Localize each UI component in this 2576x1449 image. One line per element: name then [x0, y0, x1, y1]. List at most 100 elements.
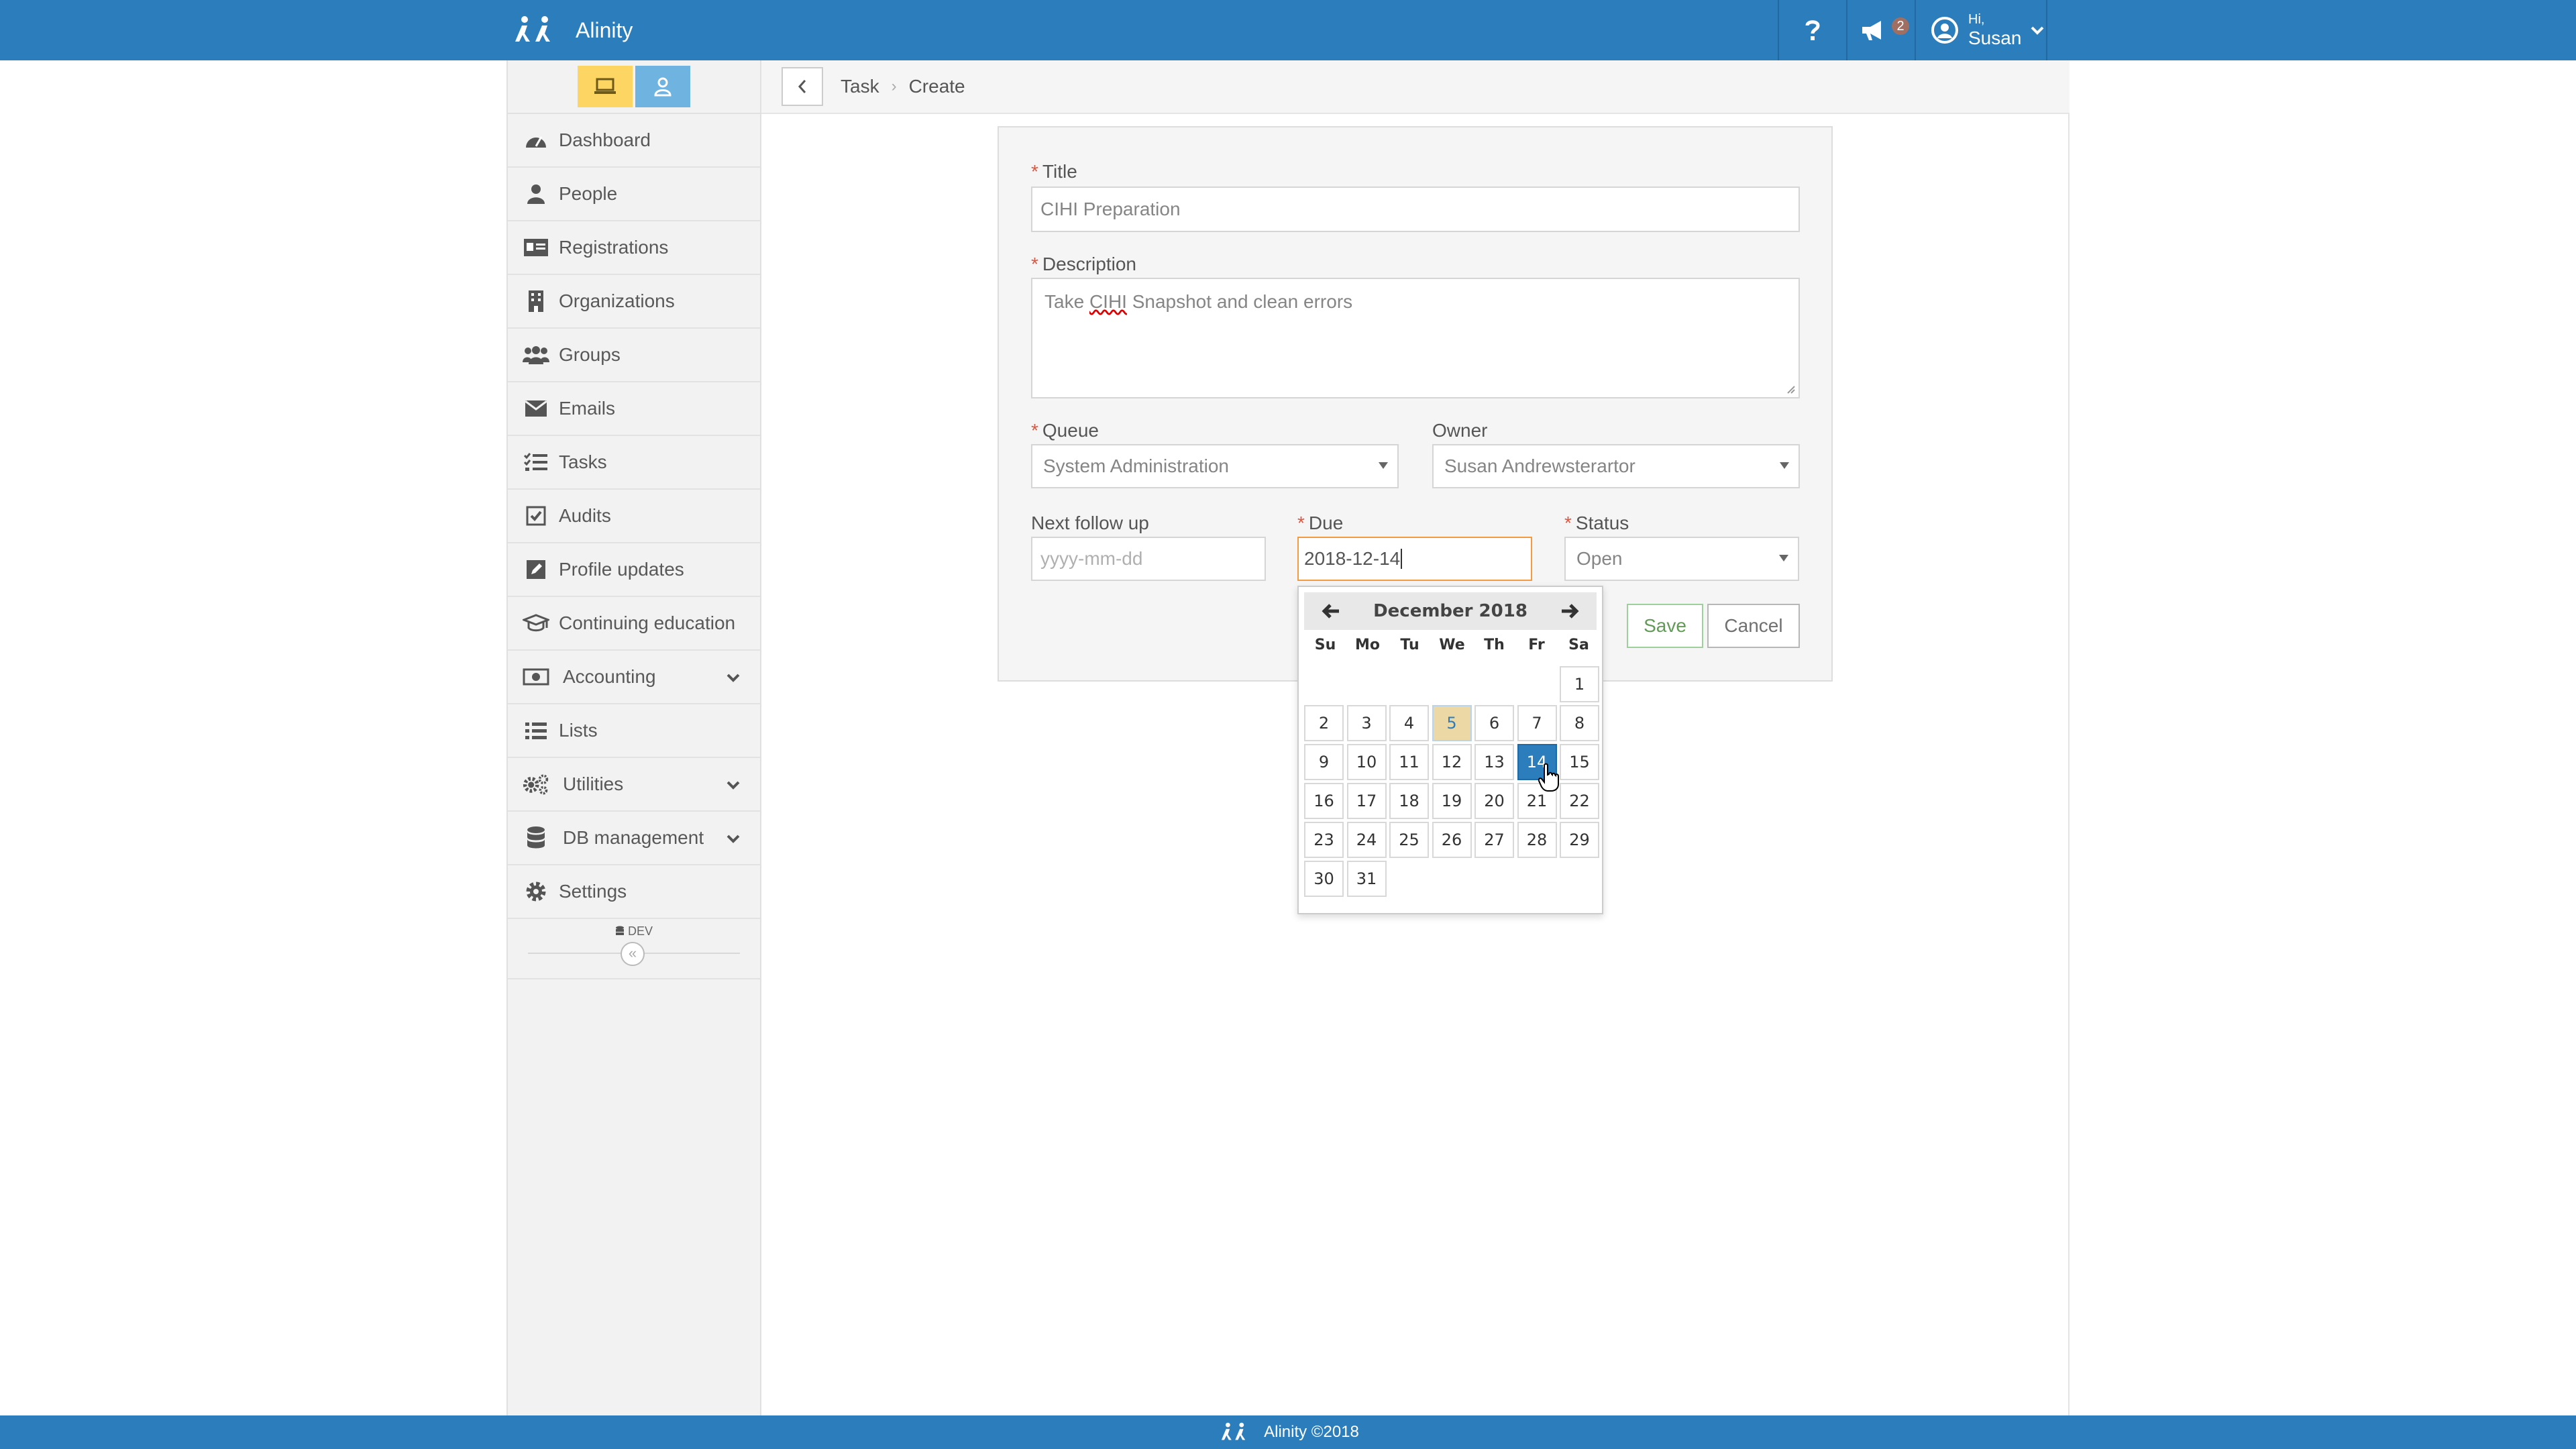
- day-cell[interactable]: 24: [1346, 822, 1387, 858]
- required-marker: *: [1564, 513, 1572, 533]
- text-caret: [1401, 549, 1403, 569]
- day-cell[interactable]: 25: [1389, 822, 1429, 858]
- footer: Alinity ©2018: [0, 1415, 2576, 1449]
- top-bar: Alinity 2 Hi, Susan: [0, 0, 2576, 60]
- day-cell[interactable]: 26: [1432, 822, 1472, 858]
- day-cell[interactable]: 21: [1517, 783, 1557, 819]
- sidebar-item-settings[interactable]: Settings: [508, 865, 760, 919]
- next-follow-up-label: Next follow up: [1031, 513, 1149, 534]
- previous-month-button[interactable]: [1319, 599, 1343, 623]
- breadcrumb-task-link[interactable]: Task: [841, 76, 879, 97]
- user-menu-button[interactable]: Hi, Susan: [1915, 0, 2047, 60]
- sidebar-item-dashboard[interactable]: Dashboard: [508, 114, 760, 168]
- breadcrumb: Task › Create: [761, 60, 2070, 114]
- notifications-button[interactable]: 2: [1846, 0, 1915, 60]
- shortcut-desktop-button[interactable]: [578, 66, 633, 107]
- day-cell[interactable]: 7: [1517, 705, 1557, 741]
- day-cell[interactable]: 20: [1474, 783, 1514, 819]
- breadcrumb-separator-icon: ›: [891, 77, 897, 95]
- alinity-logo-icon: [1221, 1422, 1246, 1440]
- sidebar-item-db-management[interactable]: DB management: [508, 812, 760, 865]
- day-cell[interactable]: 6: [1474, 705, 1514, 741]
- day-cell[interactable]: 2: [1304, 705, 1344, 741]
- sidebar-item-organizations[interactable]: Organizations: [508, 275, 760, 329]
- datepicker-month-title[interactable]: December 2018: [1373, 601, 1527, 621]
- due-label-text: Due: [1308, 513, 1344, 533]
- selected-day-cell[interactable]: 14: [1517, 744, 1557, 780]
- title-label-text: Title: [1042, 161, 1077, 182]
- sidebar-item-lists[interactable]: Lists: [508, 704, 760, 758]
- day-cell[interactable]: 17: [1346, 783, 1387, 819]
- checkbox-icon: [523, 502, 549, 529]
- day-cell[interactable]: 11: [1389, 744, 1429, 780]
- sidebar-item-registrations[interactable]: Registrations: [508, 221, 760, 275]
- day-cell[interactable]: 16: [1304, 783, 1344, 819]
- brand[interactable]: Alinity: [511, 13, 633, 47]
- description-textarea[interactable]: Take CIHI Snapshot and clean errors: [1031, 278, 1800, 398]
- back-button[interactable]: [782, 67, 823, 106]
- tachometer-icon: [523, 127, 549, 154]
- day-cell[interactable]: 28: [1517, 822, 1557, 858]
- graduation-cap-icon: [523, 610, 549, 637]
- weekday-label: Su: [1314, 637, 1336, 653]
- app-name: Alinity: [576, 17, 633, 42]
- day-cell[interactable]: 8: [1560, 705, 1599, 741]
- today-day-cell[interactable]: 5: [1432, 705, 1472, 741]
- user-icon: [654, 77, 672, 97]
- queue-select[interactable]: System Administration: [1031, 444, 1399, 488]
- sidebar-item-label: Tasks: [559, 451, 607, 472]
- day-cell[interactable]: 27: [1474, 822, 1514, 858]
- help-button[interactable]: [1778, 0, 1846, 60]
- sidebar-item-people[interactable]: People: [508, 168, 760, 221]
- day-cell[interactable]: 29: [1560, 822, 1599, 858]
- weekday-label: Mo: [1354, 637, 1380, 653]
- day-cell[interactable]: 23: [1304, 822, 1344, 858]
- day-cell[interactable]: 15: [1560, 744, 1599, 780]
- environment-text: DEV: [628, 924, 653, 938]
- due-date-input[interactable]: 2018-12-14: [1297, 537, 1532, 581]
- environment-label: DEV: [508, 924, 760, 938]
- sidebar-item-label: People: [559, 183, 618, 204]
- save-button[interactable]: Save: [1627, 604, 1703, 648]
- sidebar-item-label: DB management: [563, 827, 704, 848]
- alinity-logo-icon: [515, 16, 550, 42]
- day-cell[interactable]: 10: [1346, 744, 1387, 780]
- chevron-down-icon: [727, 781, 740, 790]
- sidebar-item-label: Continuing education: [559, 612, 736, 633]
- sidebar-item-accounting[interactable]: Accounting: [508, 651, 760, 704]
- cancel-button[interactable]: Cancel: [1707, 604, 1800, 648]
- sidebar-item-tasks[interactable]: Tasks: [508, 436, 760, 490]
- day-cell[interactable]: 19: [1432, 783, 1472, 819]
- day-cell[interactable]: 1: [1560, 666, 1599, 702]
- sidebar-item-groups[interactable]: Groups: [508, 329, 760, 382]
- sidebar-collapse-button[interactable]: «: [621, 942, 645, 966]
- day-cell[interactable]: 9: [1304, 744, 1344, 780]
- day-cell[interactable]: 3: [1346, 705, 1387, 741]
- sidebar-item-continuing-education[interactable]: Continuing education: [508, 597, 760, 651]
- sidebar-item-label: Utilities: [563, 773, 624, 794]
- title-input[interactable]: CIHI Preparation: [1031, 186, 1800, 232]
- owner-select[interactable]: Susan Andrewsterartor: [1432, 444, 1800, 488]
- day-cell[interactable]: 31: [1346, 861, 1387, 897]
- sidebar-item-utilities[interactable]: Utilities: [508, 758, 760, 812]
- sidebar-item-audits[interactable]: Audits: [508, 490, 760, 543]
- description-value: Take CIHI Snapshot and clean errors: [1044, 291, 1352, 313]
- breadcrumb-current: Create: [908, 76, 965, 97]
- status-select[interactable]: Open: [1564, 537, 1799, 581]
- next-follow-up-input[interactable]: yyyy-mm-dd: [1031, 537, 1266, 581]
- day-cell[interactable]: 30: [1304, 861, 1344, 897]
- day-cell[interactable]: 22: [1560, 783, 1599, 819]
- next-month-button[interactable]: [1558, 599, 1582, 623]
- caret-down-icon: [1780, 462, 1789, 469]
- resize-grip-icon[interactable]: [1786, 385, 1796, 394]
- sidebar-item-emails[interactable]: Emails: [508, 382, 760, 436]
- shortcut-user-button[interactable]: [635, 66, 690, 107]
- caret-down-icon: [1379, 462, 1388, 469]
- day-cell[interactable]: 18: [1389, 783, 1429, 819]
- sidebar-item-profile-updates[interactable]: Profile updates: [508, 543, 760, 597]
- day-cell[interactable]: 12: [1432, 744, 1472, 780]
- day-cell[interactable]: 13: [1474, 744, 1514, 780]
- day-cell[interactable]: 4: [1389, 705, 1429, 741]
- owner-label-text: Owner: [1432, 420, 1488, 441]
- weekday-label: We: [1439, 637, 1465, 653]
